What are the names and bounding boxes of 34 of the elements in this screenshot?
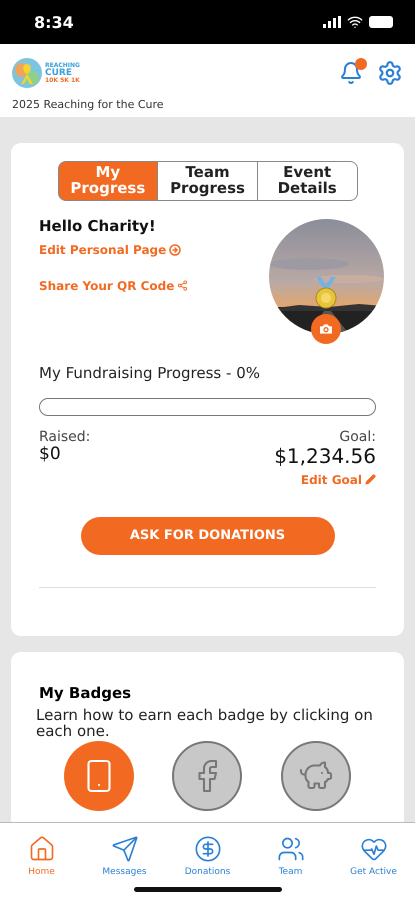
ask-for-donations-button[interactable]: ASK FOR DONATIONS xyxy=(80,516,334,555)
tab[interactable]: Event Details xyxy=(258,161,358,200)
pencil-icon xyxy=(365,474,376,486)
nav-item[interactable]: Get Active xyxy=(338,835,408,877)
nav-item[interactable]: Donations xyxy=(172,835,242,877)
raised-label: Raised: xyxy=(39,430,90,445)
share-icon xyxy=(177,280,188,291)
settings-icon[interactable] xyxy=(377,60,403,86)
nav-item[interactable]: Messages xyxy=(90,835,160,877)
event-title: 2025 Reaching for the Cure xyxy=(12,98,165,111)
tab[interactable]: My Progress xyxy=(58,161,158,200)
arrow-circle-icon xyxy=(169,244,182,256)
wifi-icon xyxy=(347,14,363,30)
badges-title: My Badges xyxy=(39,684,132,702)
people-icon xyxy=(276,835,304,863)
raised-amount: $0 xyxy=(39,444,61,464)
house-icon xyxy=(28,835,56,863)
dollar-circle-icon xyxy=(194,835,222,863)
edit-goal-link[interactable]: Edit Goal xyxy=(300,472,376,487)
status-time: 8:34 xyxy=(34,12,74,32)
tab[interactable]: Team Progress xyxy=(158,161,258,200)
paper-plane-icon xyxy=(110,835,138,863)
goal-label: Goal: xyxy=(339,430,376,445)
goal-amount: $1,234.56 xyxy=(274,444,376,467)
battery-icon xyxy=(369,16,393,28)
notification-bell-icon[interactable] xyxy=(339,61,363,85)
edit-personal-page-link[interactable]: Edit Personal Page xyxy=(39,242,188,256)
nav-item[interactable]: Team xyxy=(256,835,326,877)
nav-item[interactable]: Home xyxy=(6,835,76,877)
fundraising-title: My Fundraising Progress - 0% xyxy=(39,364,261,382)
greeting: Hello Charity! xyxy=(39,216,157,234)
badges-description: Learn how to earn each badge by clicking on each one. xyxy=(36,708,374,740)
signal-icon xyxy=(323,16,341,28)
share-qr-code-link[interactable]: Share Your QR Code xyxy=(39,278,188,292)
